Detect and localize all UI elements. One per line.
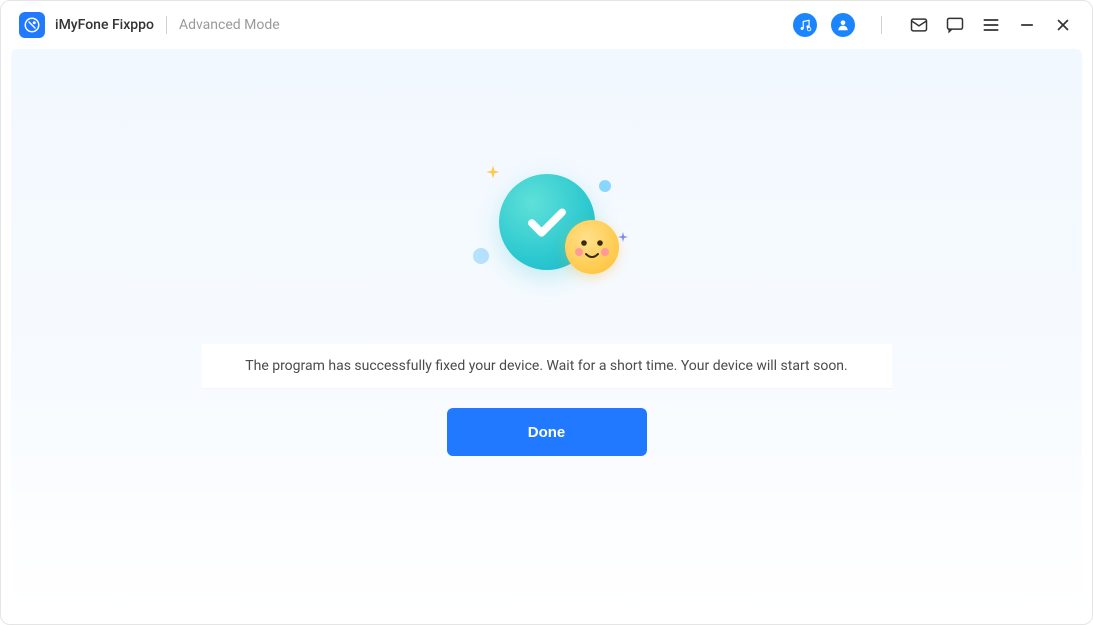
app-name: iMyFone Fixppo (55, 17, 154, 33)
success-message: The program has successfully fixed your … (202, 344, 892, 388)
account-icon[interactable] (831, 13, 855, 37)
menu-icon[interactable] (980, 14, 1002, 36)
mode-label: Advanced Mode (179, 17, 280, 33)
smiley-face-icon (565, 220, 619, 274)
app-window: iMyFone Fixppo Advanced Mode (0, 0, 1093, 625)
done-button[interactable]: Done (447, 408, 647, 456)
dot-icon (473, 248, 489, 264)
mail-icon[interactable] (908, 14, 930, 36)
main-content: The program has successfully fixed your … (11, 49, 1082, 614)
divider (166, 16, 167, 34)
titlebar-actions (793, 13, 1074, 37)
divider (881, 16, 882, 34)
success-graphic (457, 164, 637, 304)
titlebar: iMyFone Fixppo Advanced Mode (1, 1, 1092, 49)
app-logo-icon (19, 12, 45, 38)
dot-icon (599, 180, 611, 192)
music-search-icon[interactable] (793, 13, 817, 37)
sparkle-icon (485, 164, 501, 184)
feedback-icon[interactable] (944, 14, 966, 36)
minimize-icon[interactable] (1016, 14, 1038, 36)
close-icon[interactable] (1052, 14, 1074, 36)
